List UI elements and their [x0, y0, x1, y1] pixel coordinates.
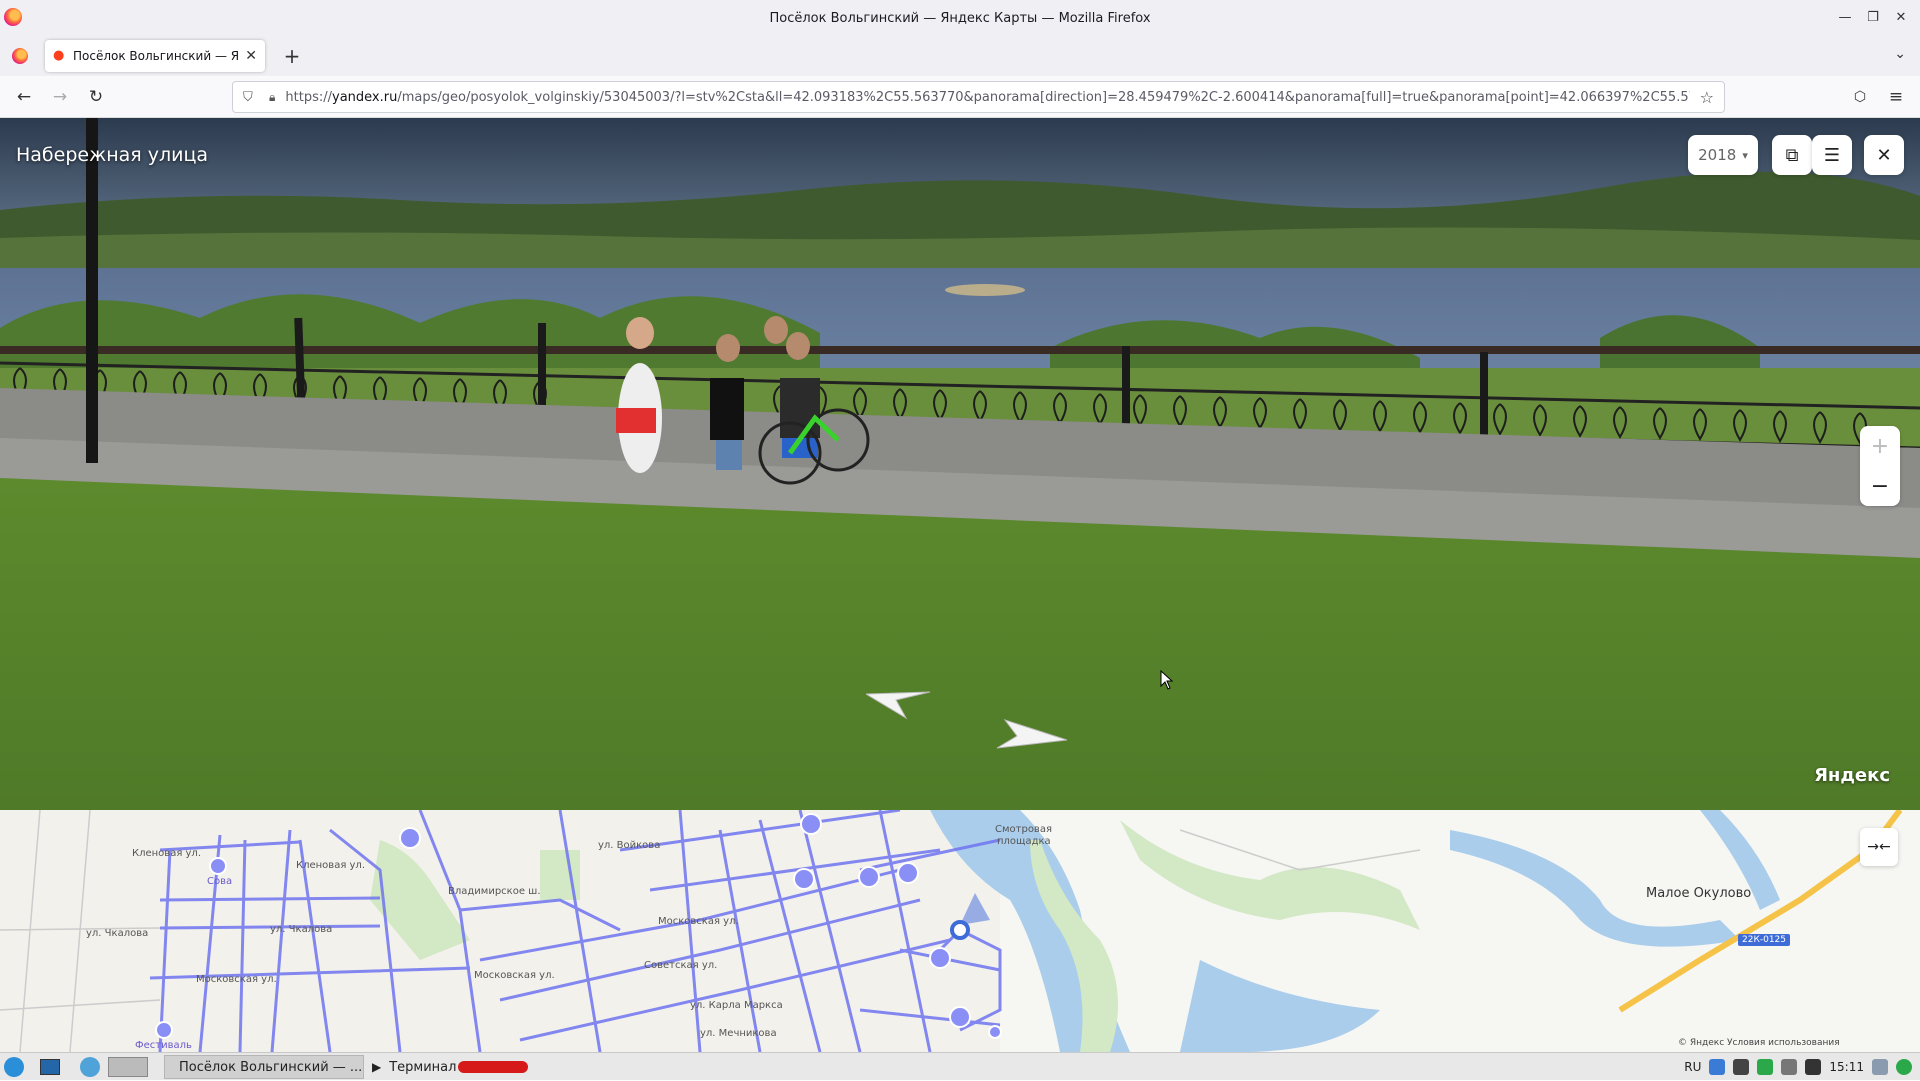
- tab-yandex-maps[interactable]: ● Посёлок Вольгинский — Ян ✕: [45, 40, 265, 72]
- removable-media-icon[interactable]: [1781, 1059, 1798, 1075]
- tab-close-icon[interactable]: ✕: [245, 48, 257, 64]
- menu-button[interactable]: ☰: [1812, 135, 1852, 175]
- zoom-out-button[interactable]: −: [1860, 466, 1900, 506]
- map-label[interactable]: площадка: [997, 836, 1051, 847]
- start-menu-icon[interactable]: [4, 1056, 24, 1078]
- map-label[interactable]: ул. Карла Маркса: [690, 1000, 783, 1011]
- extensions-icon[interactable]: ⬡: [1848, 86, 1872, 108]
- window-titlebar: Посёлок Вольгинский — Яндекс Карты — Moz…: [0, 0, 1920, 36]
- map-label[interactable]: Малое Окулово: [1646, 886, 1751, 901]
- tab-title: Посёлок Вольгинский — Ян: [73, 49, 240, 63]
- map-label[interactable]: Советская ул.: [644, 960, 717, 971]
- url-bar[interactable]: ⛉ 🔒︎ https://yandex.ru/maps/geo/posyolok…: [232, 81, 1725, 113]
- wifi-icon[interactable]: [1757, 1059, 1774, 1075]
- tracking-shield-icon[interactable]: ⛉: [243, 90, 257, 105]
- map-label[interactable]: Владимирское ш.: [448, 886, 541, 897]
- street-name: Набережная улица: [16, 144, 209, 166]
- mini-map[interactable]: Смотровая площадка Малое Окулово Сова Фестив…: [0, 810, 1920, 1052]
- map-label[interactable]: ул. Чкалова: [86, 928, 148, 939]
- terminal-icon: ▶: [372, 1060, 382, 1074]
- map-copyright[interactable]: © Яндекс Условия использования: [1678, 1038, 1840, 1048]
- reload-button[interactable]: ↻: [84, 86, 108, 108]
- collapse-map-button[interactable]: →←: [1860, 828, 1898, 866]
- new-tab-button[interactable]: +: [280, 44, 304, 68]
- map-label[interactable]: Фестиваль: [135, 1040, 192, 1051]
- task-firefox[interactable]: Посёлок Вольгинский — ...: [164, 1055, 364, 1079]
- yandex-watermark: Яндекс: [1814, 765, 1890, 786]
- minimize-icon[interactable]: —: [1834, 6, 1856, 28]
- close-icon: ✕: [1876, 144, 1892, 166]
- open-external-icon: ⧉: [1785, 144, 1799, 166]
- firefox-view-icon[interactable]: [12, 48, 28, 64]
- map-label[interactable]: ул. Чкалова: [270, 924, 332, 935]
- notes-icon[interactable]: [1872, 1059, 1888, 1075]
- url-path: /maps/geo/posyolok_volginskiy/53045003/?…: [397, 89, 1690, 105]
- map-label[interactable]: Московская ул.: [658, 916, 739, 927]
- url-prefix: https://: [285, 89, 332, 105]
- panorama-view[interactable]: Набережная улица 2018 ▾ ⧉ ☰ ✕ + − Яндекс: [0, 118, 1920, 810]
- year-selector[interactable]: 2018 ▾: [1688, 135, 1758, 175]
- clock[interactable]: 15:11: [1829, 1060, 1864, 1074]
- navigation-toolbar: ← → ↻ ⛉ 🔒︎ https://yandex.ru/maps/geo/po…: [0, 76, 1920, 118]
- map-pin-icon: ●: [53, 48, 65, 63]
- app-menu-icon[interactable]: ≡: [1884, 86, 1908, 108]
- keyboard-layout[interactable]: RU: [1684, 1060, 1701, 1074]
- zoom-control: + −: [1860, 426, 1900, 506]
- close-panorama-button[interactable]: ✕: [1864, 135, 1904, 175]
- list-all-tabs-icon[interactable]: ⌄: [1894, 46, 1906, 62]
- update-icon[interactable]: [1896, 1059, 1912, 1075]
- redaction-mark: [458, 1061, 529, 1073]
- task-firefox-label: Посёлок Вольгинский — ...: [179, 1059, 363, 1075]
- task-terminal[interactable]: ▶ Терминал: [366, 1055, 566, 1079]
- map-label[interactable]: Смотровая: [995, 824, 1052, 835]
- menu-icon: ☰: [1823, 144, 1841, 166]
- system-tray: RU 15:11: [1684, 1053, 1920, 1081]
- workspace-switcher-icon[interactable]: [108, 1056, 148, 1078]
- bluetooth-icon[interactable]: [1709, 1059, 1726, 1075]
- panorama-image[interactable]: [0, 118, 1920, 810]
- open-external-button[interactable]: ⧉: [1772, 135, 1812, 175]
- lock-icon[interactable]: 🔒︎: [269, 90, 275, 105]
- map-label[interactable]: Кленовая ул.: [132, 848, 201, 859]
- nav-arrow-right-icon[interactable]: [995, 718, 1071, 758]
- tab-strip: ● Посёлок Вольгинский — Ян ✕ + ⌄: [0, 36, 1920, 76]
- taskbar: Посёлок Вольгинский — ... ▶ Терминал RU …: [0, 1052, 1920, 1080]
- collapse-icon: →←: [1867, 839, 1891, 855]
- back-button[interactable]: ←: [12, 86, 36, 108]
- map-label[interactable]: Сова: [207, 876, 232, 887]
- window-controls: — ❐ ✕: [1834, 6, 1912, 28]
- map-label[interactable]: Московская ул.: [196, 974, 277, 985]
- volume-icon[interactable]: [1805, 1059, 1822, 1075]
- zoom-in-button[interactable]: +: [1860, 426, 1900, 466]
- task-terminal-label: Терминал: [389, 1059, 457, 1075]
- road-badge: 22К-0125: [1738, 934, 1790, 946]
- year-value: 2018: [1698, 146, 1737, 164]
- map-label[interactable]: ул. Мечникова: [700, 1028, 777, 1039]
- nav-arrow-left-icon[interactable]: [866, 688, 936, 724]
- bookmark-star-icon[interactable]: ☆: [1700, 88, 1714, 107]
- chevron-down-icon: ▾: [1742, 148, 1748, 162]
- map-label[interactable]: Московская ул.: [474, 970, 555, 981]
- restore-icon[interactable]: ❐: [1862, 6, 1884, 28]
- firefox-logo-icon: [4, 8, 22, 26]
- desktop-icon[interactable]: [40, 1056, 60, 1078]
- battery-icon[interactable]: [1733, 1059, 1750, 1075]
- map-label[interactable]: Кленовая ул.: [296, 860, 365, 871]
- url-domain: yandex.ru: [332, 89, 398, 105]
- window-title: Посёлок Вольгинский — Яндекс Карты — Moz…: [769, 10, 1151, 26]
- forward-button[interactable]: →: [48, 86, 72, 108]
- browser-launcher-icon[interactable]: [80, 1056, 100, 1078]
- mouse-cursor-icon: [1160, 670, 1174, 690]
- close-icon[interactable]: ✕: [1890, 6, 1912, 28]
- url-text[interactable]: https://yandex.ru/maps/geo/posyolok_volg…: [285, 90, 1689, 105]
- map-label[interactable]: ул. Войкова: [598, 840, 660, 851]
